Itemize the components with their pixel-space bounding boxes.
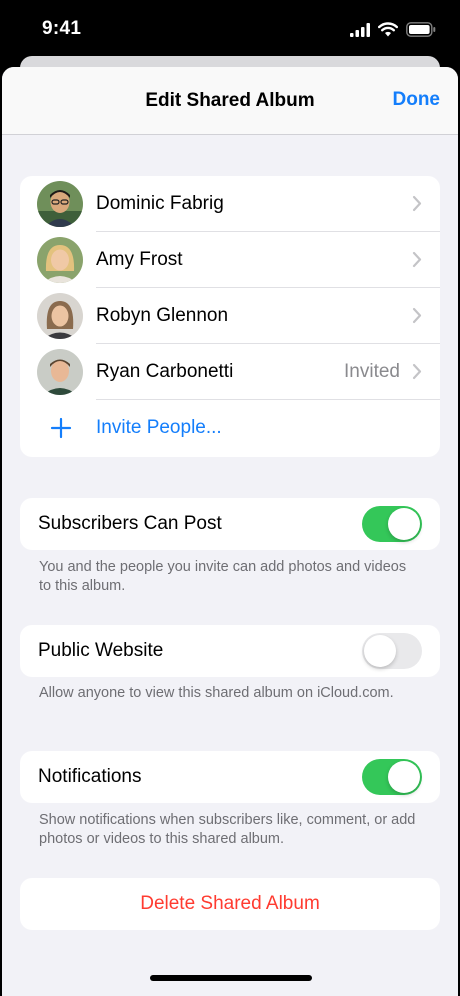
notifications-group: Notifications	[20, 751, 440, 803]
dominic-avatar	[37, 181, 83, 227]
battery-icon	[406, 22, 436, 42]
robyn-avatar	[37, 293, 83, 339]
chevron-right-icon	[412, 307, 422, 329]
person-row-robyn[interactable]: Robyn Glennon	[20, 288, 440, 344]
public-website-group: Public Website	[20, 625, 440, 677]
person-row-ryan[interactable]: Ryan Carbonetti Invited	[20, 344, 440, 400]
subscribers-can-post-label: Subscribers Can Post	[38, 513, 222, 534]
person-name: Robyn Glennon	[96, 305, 229, 326]
subscribers-can-post-group: Subscribers Can Post	[20, 498, 440, 550]
done-button[interactable]: Done	[393, 89, 441, 111]
chevron-right-icon	[412, 363, 422, 385]
notifications-row: Notifications	[20, 751, 440, 803]
toggle-knob	[388, 761, 420, 793]
wifi-icon	[378, 22, 398, 42]
person-name: Amy Frost	[96, 249, 183, 270]
toggle-knob	[364, 635, 396, 667]
public-website-row: Public Website	[20, 625, 440, 677]
navigation-bar: Edit Shared Album Done	[2, 67, 458, 135]
home-indicator	[150, 975, 312, 981]
subscribers-can-post-footnote: You and the people you invite can add ph…	[39, 559, 407, 594]
person-row-amy[interactable]: Amy Frost	[20, 232, 440, 288]
amy-avatar	[37, 237, 83, 283]
edit-shared-album-sheet: Edit Shared Album Done Dominic Fabrig Am…	[2, 67, 458, 996]
ryan-avatar	[37, 349, 83, 395]
status-bar: 9:41	[0, 0, 460, 62]
public-website-footnote: Allow anyone to view this shared album o…	[39, 685, 394, 701]
person-name: Ryan Carbonetti	[96, 361, 234, 382]
delete-shared-album-label: Delete Shared Album	[140, 893, 320, 914]
status-icons	[350, 22, 436, 42]
plus-icon	[50, 413, 72, 448]
chevron-right-icon	[412, 251, 422, 273]
status-time: 9:41	[42, 18, 82, 39]
public-website-toggle[interactable]	[362, 633, 422, 669]
person-name: Dominic Fabrig	[96, 193, 224, 214]
toggle-knob	[388, 508, 420, 540]
people-list: Dominic Fabrig Amy Frost Robyn Glennon R…	[20, 176, 440, 457]
delete-shared-album-button[interactable]: Delete Shared Album	[20, 878, 440, 930]
cellular-signal-icon	[350, 22, 370, 42]
subscribers-can-post-row: Subscribers Can Post	[20, 498, 440, 550]
chevron-right-icon	[412, 195, 422, 217]
notifications-footnote: Show notifications when subscribers like…	[39, 812, 416, 847]
page-title: Edit Shared Album	[145, 90, 315, 111]
subscribers-can-post-toggle[interactable]	[362, 506, 422, 542]
public-website-label: Public Website	[38, 640, 164, 661]
notifications-label: Notifications	[38, 766, 142, 787]
invite-people-button[interactable]: Invite People...	[20, 400, 440, 456]
invite-people-label: Invite People...	[96, 417, 222, 438]
invited-status: Invited	[344, 361, 400, 382]
person-row-dominic[interactable]: Dominic Fabrig	[20, 176, 440, 232]
notifications-toggle[interactable]	[362, 759, 422, 795]
